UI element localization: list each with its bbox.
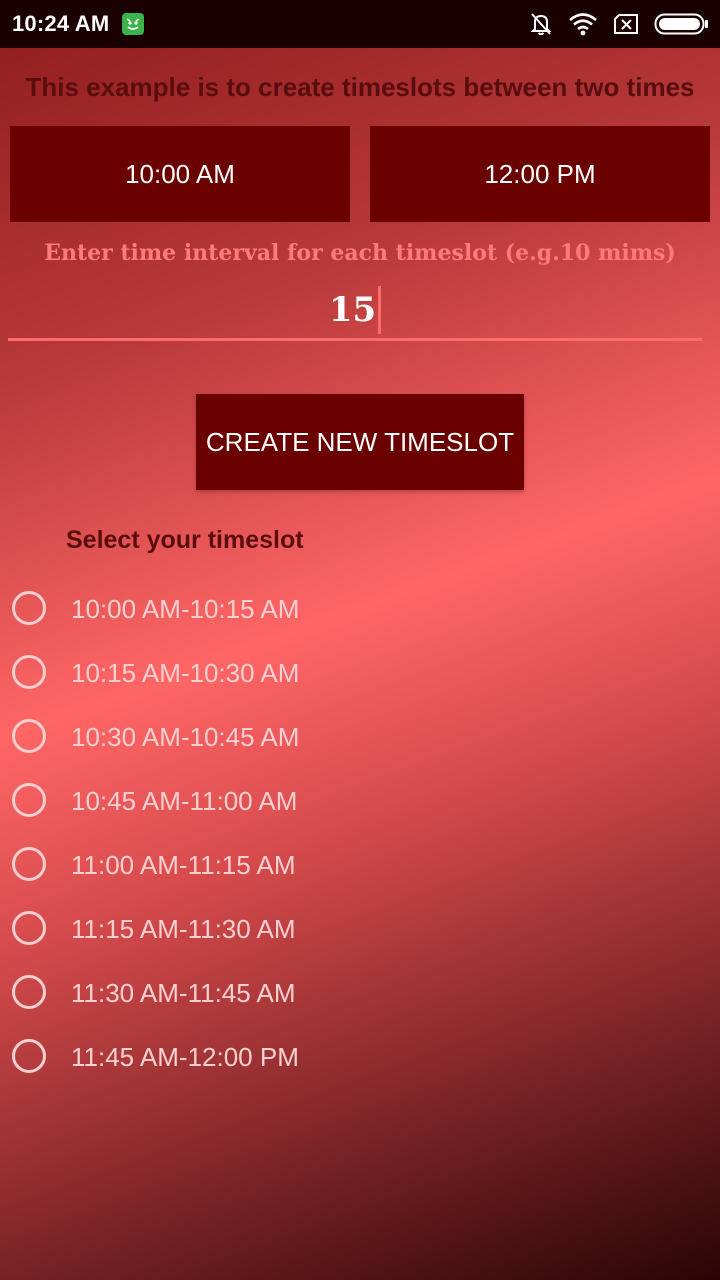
select-timeslot-title: Select your timeslot [66,526,304,554]
end-time-button[interactable]: 12:00 PM [370,126,710,222]
page-heading: This example is to create timeslots betw… [25,72,695,102]
text-caret [378,286,382,334]
timeslot-radio-option[interactable]: 11:15 AM-11:30 AM [0,898,720,962]
status-time: 10:24 AM [12,11,110,36]
radio-button-icon[interactable] [12,655,46,689]
timeslot-radio-option[interactable]: 10:00 AM-10:15 AM [0,578,720,642]
radio-button-icon[interactable] [12,975,46,1009]
radio-button-icon[interactable] [12,1039,46,1073]
sim-none-icon [612,12,640,36]
interval-value: 15 [328,290,377,330]
radio-button-icon[interactable] [12,847,46,881]
interval-input[interactable]: 15 [8,282,702,338]
status-bar: 10:24 AM [0,0,720,48]
timeslot-radio-option[interactable]: 10:45 AM-11:00 AM [0,770,720,834]
radio-button-icon[interactable] [12,783,46,817]
timeslot-label: 10:15 AM-10:30 AM [71,658,300,688]
status-icons [528,10,710,38]
timeslot-radio-option[interactable]: 10:30 AM-10:45 AM [0,706,720,770]
timeslot-radio-option[interactable]: 11:45 AM-12:00 PM [0,1026,720,1090]
timeslot-label: 10:45 AM-11:00 AM [71,786,298,816]
create-timeslot-button[interactable]: CREATE NEW TIMESLOT [196,394,524,490]
start-time-button[interactable]: 10:00 AM [10,126,350,222]
timeslot-radio-group: 10:00 AM-10:15 AM 10:15 AM-10:30 AM 10:3… [0,578,720,1090]
battery-icon [654,11,710,37]
timeslot-label: 10:30 AM-10:45 AM [71,722,300,752]
timeslot-label: 11:00 AM-11:15 AM [71,850,296,880]
timeslot-radio-option[interactable]: 11:00 AM-11:15 AM [0,834,720,898]
wifi-icon [568,11,598,37]
timeslot-label: 10:00 AM-10:15 AM [71,594,300,624]
radio-button-icon[interactable] [12,719,46,753]
interval-label: Enter time interval for each timeslot (e… [44,240,676,266]
timeslot-label: 11:30 AM-11:45 AM [71,978,296,1008]
app-notification-icon [122,13,144,35]
timeslot-radio-option[interactable]: 10:15 AM-10:30 AM [0,642,720,706]
radio-button-icon[interactable] [12,911,46,945]
timeslot-label: 11:45 AM-12:00 PM [71,1042,299,1072]
radio-button-icon[interactable] [12,591,46,625]
bell-off-icon [528,11,554,37]
interval-input-field[interactable]: 15 [8,282,702,341]
timeslot-label: 11:15 AM-11:30 AM [71,914,296,944]
timeslot-radio-option[interactable]: 11:30 AM-11:45 AM [0,962,720,1026]
